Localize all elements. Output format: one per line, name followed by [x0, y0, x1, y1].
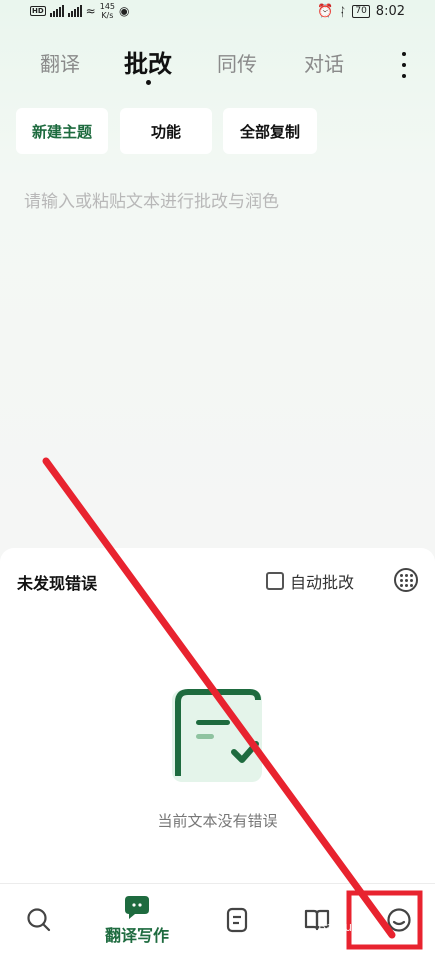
tab-correct[interactable]: 批改 [124, 44, 172, 79]
status-left: HD ≈ 145 K/s ◉ [30, 2, 130, 20]
nav-notes[interactable] [222, 884, 252, 954]
more-menu-icon[interactable] [398, 52, 410, 78]
copy-all-button[interactable]: 全部复制 [223, 108, 317, 154]
tab-simultaneous[interactable]: 同传 [217, 48, 257, 77]
nav-translate-write[interactable]: 翻译写作 [96, 884, 178, 954]
network-speed: 145 K/s [99, 2, 116, 20]
active-tab-indicator [146, 80, 151, 85]
profile-icon [387, 907, 411, 932]
tab-translate[interactable]: 翻译 [40, 48, 80, 77]
tab-dialogue[interactable]: 对话 [304, 48, 344, 77]
text-input[interactable]: 请输入或粘贴文本进行批改与润色 [24, 187, 279, 212]
empty-state-text: 当前文本没有错误 [157, 812, 278, 830]
battery-icon: 70 [352, 5, 370, 18]
chat-bubble-icon [125, 895, 149, 919]
search-icon [27, 907, 51, 931]
functions-button[interactable]: 功能 [120, 108, 212, 154]
nav-translate-write-label: 翻译写作 [104, 925, 169, 945]
nav-profile[interactable] [384, 884, 414, 954]
signal-icon-2 [67, 5, 82, 17]
new-topic-button[interactable]: 新建主题 [16, 108, 108, 154]
keypad-icon[interactable] [394, 568, 418, 592]
alarm-icon: ⏰ [316, 4, 334, 19]
result-panel: 未发现错误 自动批改 当前文本没有错误 [0, 548, 435, 883]
hd-badge: HD [30, 6, 46, 16]
clock: 8:02 [375, 4, 405, 19]
no-errors-illustration [172, 689, 262, 782]
auto-correct-toggle[interactable]: 自动批改 [266, 569, 354, 593]
status-bar: HD ≈ 145 K/s ◉ ⏰ ᛛ 70 8:02 [0, 0, 435, 26]
result-title: 未发现错误 [17, 574, 98, 593]
note-icon [226, 907, 248, 932]
wifi-icon: ≈ [85, 4, 96, 18]
auto-correct-label: 自动批改 [290, 573, 355, 592]
signal-icon [49, 5, 64, 17]
status-right: ⏰ ᛛ 70 8:02 [317, 4, 405, 19]
mode-tabs: 翻译 批改 同传 对话 [0, 44, 435, 94]
bluetooth-icon: ᛛ [339, 4, 347, 19]
auto-correct-checkbox[interactable] [266, 572, 284, 590]
watermark: Baidu经验 [318, 920, 377, 934]
app-notification-icon: ◉ [119, 4, 130, 18]
nav-search[interactable] [22, 884, 56, 954]
